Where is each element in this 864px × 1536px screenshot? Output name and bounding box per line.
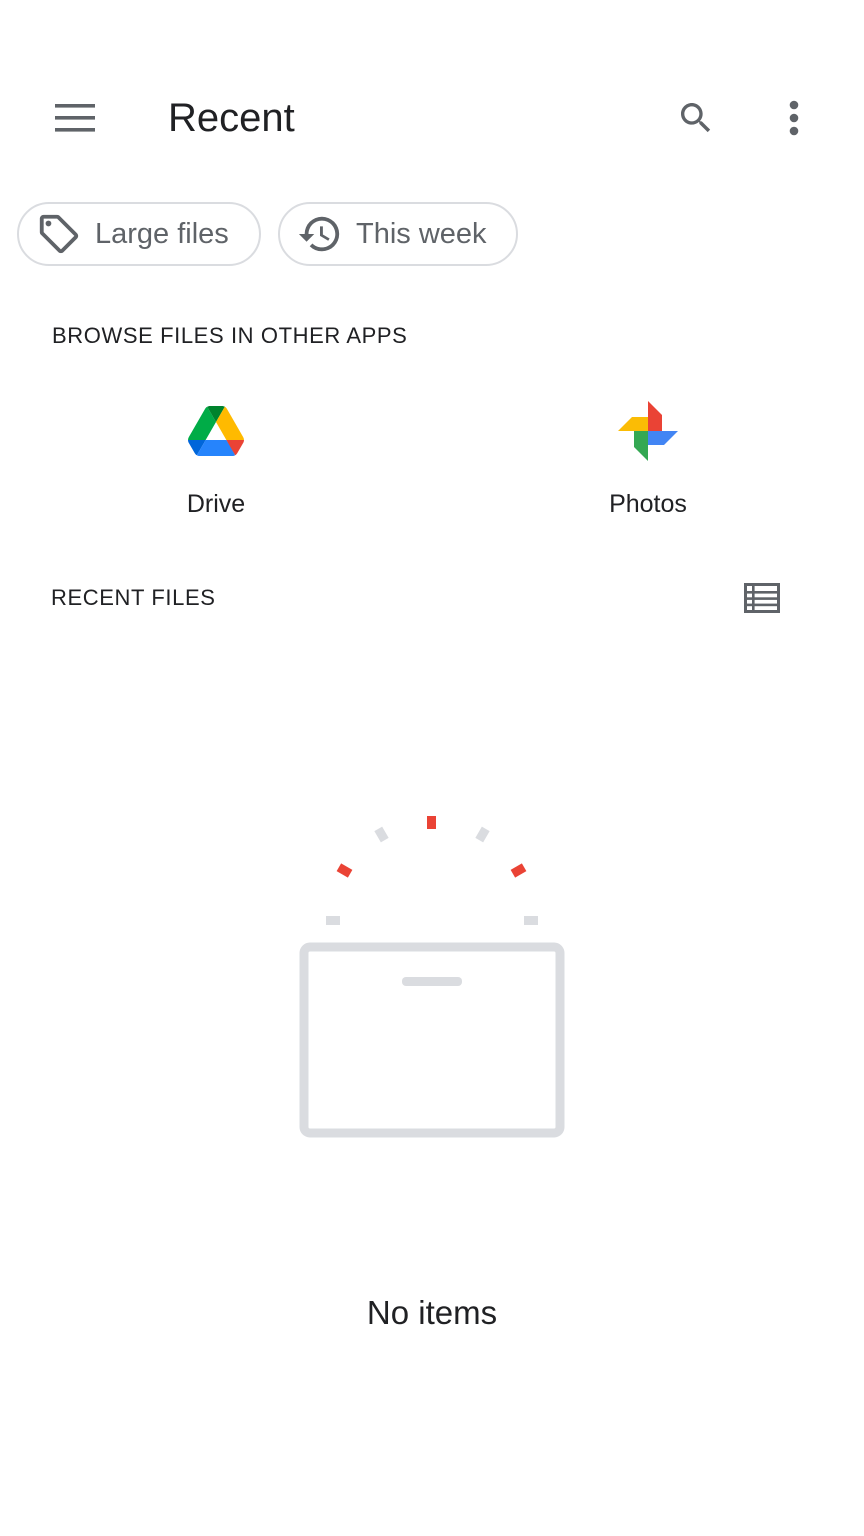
- more-vert-icon: [789, 100, 799, 136]
- search-icon: [681, 103, 711, 133]
- empty-box-illustration: [299, 816, 565, 1138]
- history-icon: [296, 210, 344, 258]
- this-week-chip[interactable]: This week: [278, 202, 518, 266]
- more-options-button[interactable]: [754, 78, 834, 158]
- drive-app-shortcut[interactable]: Drive: [106, 390, 326, 550]
- large-files-chip-label: Large files: [95, 217, 229, 250]
- drive-app-label: Drive: [186, 490, 246, 518]
- large-files-chip[interactable]: Large files: [17, 202, 261, 266]
- google-drive-icon: [181, 396, 251, 466]
- menu-button[interactable]: [32, 78, 118, 158]
- google-photos-icon: [613, 396, 683, 466]
- hamburger-menu-icon: [55, 104, 95, 132]
- browse-section-header: BROWSE FILES IN OTHER APPS: [52, 323, 408, 348]
- label-tag-icon: [35, 210, 83, 258]
- this-week-chip-label: This week: [356, 217, 487, 250]
- page-title: Recent: [168, 96, 295, 140]
- photos-app-shortcut[interactable]: Photos: [538, 390, 758, 550]
- recent-files-header: RECENT FILES: [51, 585, 216, 610]
- empty-state-text: No items: [366, 1294, 498, 1331]
- view-toggle-button[interactable]: [724, 560, 800, 636]
- list-view-icon: [744, 583, 780, 613]
- search-button[interactable]: [656, 78, 736, 158]
- photos-app-label: Photos: [609, 490, 687, 518]
